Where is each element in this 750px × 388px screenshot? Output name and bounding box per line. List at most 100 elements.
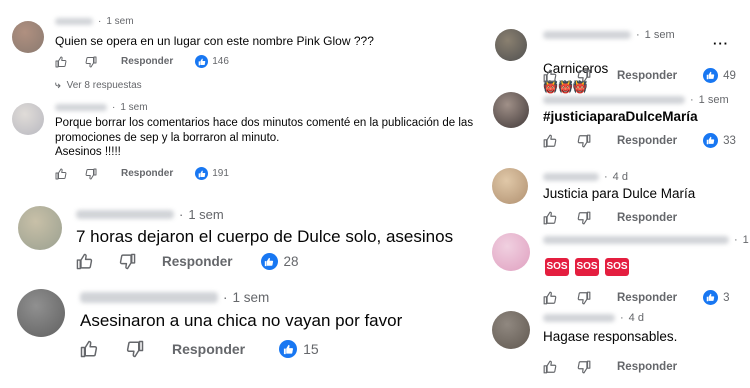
dislike-icon[interactable] (85, 56, 97, 68)
like-icon[interactable] (80, 340, 98, 358)
author-name-blurred[interactable] (543, 172, 599, 182)
timestamp[interactable]: 1 sem (233, 290, 270, 305)
like-icon[interactable] (543, 134, 557, 148)
avatar[interactable] (12, 21, 44, 53)
timestamp[interactable]: 4 d (613, 171, 628, 183)
author-name-blurred[interactable] (55, 103, 107, 112)
timestamp[interactable]: 1 sem (699, 94, 729, 106)
like-count[interactable]: 3 (723, 292, 729, 304)
like-count[interactable]: 146 (212, 56, 229, 67)
author-name-blurred[interactable] (76, 209, 174, 220)
dislike-icon[interactable] (577, 134, 591, 148)
comment-meta: · 1 (543, 234, 749, 246)
separator: · (604, 171, 608, 183)
dislike-icon[interactable] (126, 340, 144, 358)
avatar[interactable] (492, 168, 528, 204)
timestamp[interactable]: 1 sem (188, 207, 223, 222)
comment-text: 7 horas dejaron el cuerpo de Dulce solo,… (76, 227, 454, 246)
like-icon[interactable] (543, 211, 557, 225)
comment-actions: Responder 191 (55, 167, 229, 180)
comment-actions: Responder 146 (55, 55, 229, 68)
avatar[interactable] (18, 206, 62, 250)
separator: · (223, 290, 228, 305)
more-options-icon[interactable]: ··· (713, 36, 729, 51)
like-icon[interactable] (543, 360, 557, 374)
comment-actions: Responder (543, 360, 677, 374)
author-name-blurred[interactable] (543, 95, 685, 105)
like-icon[interactable] (55, 168, 67, 180)
avatar[interactable] (493, 92, 529, 128)
reply-button[interactable]: Responder (617, 361, 677, 373)
like-count-icon[interactable] (703, 68, 719, 83)
like-icon[interactable] (543, 291, 557, 305)
like-count-icon[interactable] (195, 167, 209, 180)
timestamp[interactable]: 1 sem (106, 16, 133, 27)
separator: · (620, 312, 624, 324)
comment-meta: · 4 d (543, 312, 644, 324)
comment-actions: Responder 3 (543, 290, 729, 305)
comment-actions: Responder 33 (543, 133, 736, 148)
comment-meta: · 1 sem (55, 16, 134, 27)
dislike-icon[interactable] (577, 291, 591, 305)
like-icon[interactable] (76, 253, 93, 270)
reply-button[interactable]: Responder (121, 56, 173, 67)
timestamp[interactable]: 1 sem (645, 29, 675, 41)
comment-meta: · 1 sem (543, 29, 675, 41)
sos-icon: SOS (605, 258, 629, 276)
like-count-icon[interactable] (703, 290, 719, 305)
author-name-blurred[interactable] (543, 30, 631, 40)
separator: · (112, 102, 116, 113)
avatar[interactable] (12, 103, 44, 135)
like-count-icon[interactable] (195, 55, 209, 68)
like-icon[interactable] (543, 69, 557, 83)
timestamp[interactable]: 1 sem (120, 102, 147, 113)
comment-meta: · 1 sem (76, 207, 224, 222)
reply-button[interactable]: Responder (617, 212, 677, 224)
separator: · (690, 94, 694, 106)
like-count-icon[interactable] (260, 253, 278, 270)
like-count[interactable]: 33 (723, 135, 736, 147)
like-count-icon[interactable] (279, 340, 298, 358)
comment-text: Hagase responsables. (543, 329, 678, 344)
author-name-blurred[interactable] (543, 235, 729, 245)
comment-meta: · 1 sem (80, 290, 269, 305)
comment-actions: Responder 49 (543, 68, 736, 83)
sos-icon: SOS (545, 258, 569, 276)
reply-button[interactable]: Responder (617, 135, 677, 147)
view-replies-label: Ver 8 respuestas (66, 80, 142, 91)
dislike-icon[interactable] (577, 360, 591, 374)
dislike-icon[interactable] (577, 211, 591, 225)
reply-button[interactable]: Responder (162, 254, 233, 269)
timestamp[interactable]: 1 (743, 234, 749, 246)
like-count[interactable]: 191 (212, 168, 229, 179)
author-name-blurred[interactable] (543, 313, 615, 323)
author-name-blurred[interactable] (80, 292, 218, 303)
separator: · (734, 234, 738, 246)
avatar[interactable] (17, 289, 65, 337)
reply-button[interactable]: Responder (617, 70, 677, 82)
comment-text: Justicia para Dulce María (543, 186, 696, 201)
comment-actions: Responder (543, 211, 677, 225)
comment-meta: · 1 sem (543, 94, 729, 106)
reply-button[interactable]: Responder (617, 292, 677, 304)
like-icon[interactable] (55, 56, 67, 68)
avatar[interactable] (495, 29, 527, 61)
reply-button[interactable]: Responder (121, 168, 173, 179)
reply-button[interactable]: Responder (172, 341, 245, 357)
timestamp[interactable]: 4 d (629, 312, 644, 324)
dislike-icon[interactable] (85, 168, 97, 180)
like-count-icon[interactable] (703, 133, 719, 148)
dislike-icon[interactable] (119, 253, 136, 270)
dislike-icon[interactable] (577, 69, 591, 83)
like-count[interactable]: 49 (723, 70, 736, 82)
avatar[interactable] (492, 311, 530, 349)
view-replies-link[interactable]: ⤷ Ver 8 respuestas (55, 80, 142, 91)
avatar[interactable] (492, 233, 530, 271)
author-name-blurred[interactable] (55, 17, 93, 26)
comment-meta: · 4 d (543, 171, 628, 183)
comment-text: Porque borrar los comentarios hace dos m… (55, 117, 474, 159)
separator: · (98, 16, 102, 27)
like-count[interactable]: 28 (284, 254, 299, 269)
comment-actions: Responder 28 (76, 253, 299, 270)
like-count[interactable]: 15 (303, 341, 319, 357)
